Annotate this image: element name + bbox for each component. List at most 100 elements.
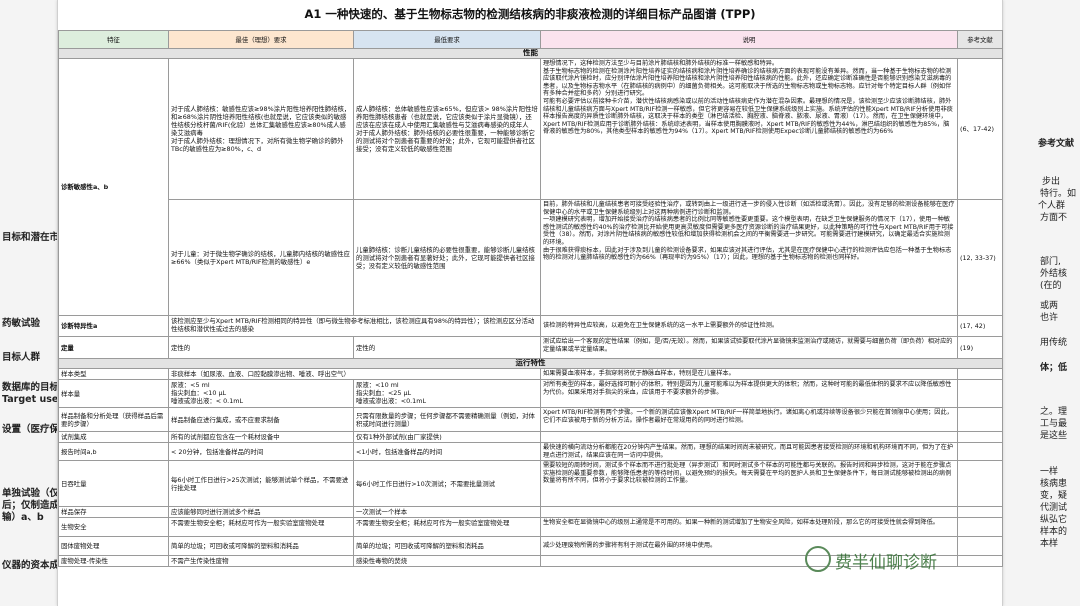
cell-explanation: 对所有类型的样本，最好选择可耐小的体积，特别是因为儿童可能难以为样本提供更大的体…	[540, 379, 958, 408]
cell-references: (12, 33-37)	[957, 199, 1003, 316]
header-explanation: 说明	[540, 30, 958, 49]
cell-references: (17, 42)	[957, 315, 1003, 337]
cell-explanation: 测试应给出一个客观的定性结果（例如，是/否/无效）。然而，如果该试验要取代涂片显…	[540, 336, 958, 359]
cell-feature: 固体废物处理	[58, 536, 169, 557]
tpp-table: 特征 最佳（理想）要求 最低要求 说明 参考文献 性能 诊断敏感性a、b 对于成…	[58, 30, 1003, 568]
cell-minimal: 感染性毒物的焚烧	[353, 555, 541, 568]
cell-explanation: 该检测的特异性应较高，以避免在卫生保健系统的这一水平上需要额外的验证性检测。	[540, 315, 958, 337]
cell-references	[957, 555, 1003, 568]
cell-feature: 报告时间a,b	[58, 441, 169, 462]
side-right-label: (在的	[1040, 281, 1062, 291]
table-header-row: 特征 最佳（理想）要求 最低要求 说明 参考文献	[58, 30, 1003, 49]
side-right-label: 方面不	[1040, 213, 1068, 223]
side-right-label: 也许	[1040, 313, 1059, 323]
table-row: 定量 定性的 定性的 测试应给出一个客观的定性结果（例如，是/否/无效）。然而，…	[58, 336, 1003, 359]
cell-optimal: 应该能够同时进行测试多个样品	[168, 506, 354, 519]
side-right-label: 本样	[1040, 539, 1059, 549]
side-right-label: 之。理	[1040, 407, 1068, 417]
cell-explanation: 理想情况下，这种检测方法至少与目前涂片肺结核和肺外结核的标准一样敏感和特异。 基…	[540, 58, 958, 200]
side-right-label: 部门,	[1040, 257, 1061, 267]
table-row: 样本量 尿液：<5 ml 指尖刺血：<10 μL 唾液或渗出液：< 0.1mL …	[58, 379, 1003, 408]
cell-explanation: 如果需要血液样本，手指穿刺将优于静脉血样本，特别是在儿童样本。	[540, 368, 958, 380]
section-operational: 运行特性	[58, 358, 1003, 369]
cell-explanation: 生物安全柜在显微镜中心的级别上通常是不可用的。如果一种新的测试增加了生物安全风险…	[540, 517, 958, 538]
side-left-label: 后；仅制造成	[2, 500, 60, 511]
side-left-label: 目标和潜在市	[2, 232, 60, 243]
cell-minimal: <1小时，包括准备样品的时间	[353, 441, 541, 462]
cell-references	[957, 506, 1003, 519]
section-performance: 性能	[58, 48, 1003, 59]
cell-optimal: 尿液：<5 ml 指尖刺血：<10 μL 唾液或渗出液：< 0.1mL	[168, 379, 354, 408]
cell-minimal: 每6小时工作日进行>10次测试；不需要批量测试	[353, 460, 541, 508]
side-left-label: 设置（医疗保	[2, 424, 60, 435]
cell-references	[957, 368, 1003, 380]
cell-optimal: 所有的试剂都应包含在一个耗材设备中	[168, 431, 354, 443]
table-row: 对于儿童：对于微生物学确诊的结核，儿童肺内结核的敏感性应≥66%（类似于Xper…	[59, 199, 1003, 316]
cell-optimal: 该检测应至少与Xpert MTB/RIF检测相同的特异性（即与微生物参考标准相比…	[168, 315, 541, 337]
wechat-icon	[805, 546, 831, 572]
cell-feature: 日吞吐量	[58, 460, 169, 508]
side-left-label: 药敏试验	[2, 318, 41, 329]
cell-references: (19)	[957, 336, 1003, 359]
table-row: 样本类型 非痰样本（如尿液、血液、口腔黏膜渗出物、唾液、呼出空气） 如果需要血液…	[58, 368, 1003, 380]
table-row: 生物安全 不需要生物安全柜；耗材应可作为一般实验室废物处理 不需要生物安全柜；耗…	[58, 517, 1003, 538]
cell-references	[957, 536, 1003, 557]
cell-feature: 样品保存	[58, 506, 169, 519]
side-right-label: 一样	[1040, 467, 1059, 477]
cell-optimal: 不需要生物安全柜；耗材应可作为一般实验室废物处理	[168, 517, 354, 538]
side-right-label: 用传统	[1040, 338, 1068, 348]
watermark: 费半仙聊诊断	[835, 553, 937, 573]
cell-explanation: 目前，肺外结核和儿童结核患者可接受经验性治疗，或转到由上一级进行进一步的侵入性诊…	[540, 199, 958, 316]
side-right-label: 特行。如	[1040, 189, 1077, 199]
cell-feature: 生物安全	[58, 517, 169, 538]
cell-feature: 定量	[58, 336, 169, 359]
cell-references	[957, 407, 1003, 432]
side-left-label: 输）a、b	[2, 512, 44, 523]
side-right-label: 体；低	[1040, 363, 1068, 373]
cell-explanation: 最快速的横向流动分析都能在20分钟内产生结果。然而，理想的结果时间尚未被研究，而…	[540, 441, 958, 462]
cell-minimal: 仅有1种外部试剂(由厂家提供)	[353, 431, 541, 443]
side-right-label: 个人群	[1038, 201, 1066, 211]
cell-optimal: 定性的	[168, 336, 354, 359]
cell-references	[957, 431, 1003, 443]
cell-references	[957, 379, 1003, 408]
cell-feature: 试剂集成	[58, 431, 169, 443]
cell-references	[957, 441, 1003, 462]
side-right-label: 步出	[1042, 177, 1061, 187]
document-title: A1 一种快速的、基于生物标志物的检测结核病的非痰液检测的详细目标产品图谱 (T…	[304, 7, 756, 21]
side-left-label: 目标人群	[2, 352, 41, 363]
table-row: 报告时间a,b < 20分钟，包括准备样品的时间 <1小时，包括准备样品的时间 …	[58, 441, 1003, 462]
cell-feature: 废物处理-传染性	[58, 555, 169, 568]
cell-references: (6、17-42)	[957, 58, 1003, 200]
cell-explanation	[540, 431, 958, 443]
cell-feature: 诊断敏感性a、b	[58, 58, 169, 316]
header-optimal: 最佳（理想）要求	[168, 30, 354, 49]
cell-minimal: 一次测试一个样本	[353, 506, 541, 519]
table-row: 试剂集成 所有的试剂都应包含在一个耗材设备中 仅有1种外部试剂(由厂家提供)	[58, 431, 1003, 443]
cell-feature: 样本类型	[58, 368, 169, 380]
table-row: 样品制备和分析处理（获得样品后需要的步骤） 样品制备应进行集成，或不应要求制备 …	[58, 407, 1003, 432]
cell-minimal: 只需有限数量的步骤；任何步骤都不需要精确测量（例如，对体积或时间进行测量）	[353, 407, 541, 432]
cell-optimal: 每6小时工作日进行>25次测试；能够测试单个样品，不需要进行批处理	[168, 460, 354, 508]
header-minimal: 最低要求	[353, 30, 541, 49]
cell-minimal: 定性的	[353, 336, 541, 359]
side-right-label: 参考文献	[1038, 139, 1075, 149]
side-right-label: 或两	[1040, 301, 1059, 311]
cell-explanation: Xpert MTB/RIF检测有两个步骤。一个新的测试应该像Xpert MTB/…	[540, 407, 958, 432]
table-row: 日吞吐量 每6小时工作日进行>25次测试；能够测试单个样品，不需要进行批处理 每…	[58, 460, 1003, 508]
side-right-label: 变，疑	[1040, 491, 1068, 501]
table-row: 诊断特异性a 该检测应至少与Xpert MTB/RIF检测相同的特异性（即与微生…	[58, 315, 1003, 337]
side-left-label: 单独试验（仅	[2, 488, 60, 499]
cell-minimal: 简单的垃圾；可回收或可降解的塑料和消耗品	[353, 536, 541, 557]
side-left-label: 数据库的目标	[2, 382, 60, 393]
cell-feature: 样本量	[58, 379, 169, 408]
header-references: 参考文献	[957, 30, 1003, 49]
cell-explanation	[540, 506, 958, 519]
cell-explanation: 需要较短的周转时间，测试多个样本而不进行批处理（异步测试）和同时测试多个样本的可…	[540, 460, 958, 508]
table-row: 样品保存 应该能够同时进行测试多个样品 一次测试一个样本	[58, 506, 1003, 519]
cell-optimal: 不需产生传染性废物	[168, 555, 354, 568]
side-left-label: Target user	[2, 394, 63, 405]
side-left-label: 仪器的资本成	[2, 560, 60, 571]
cell-optimal: 样品制备应进行集成，或不应要求制备	[168, 407, 354, 432]
side-right-label: 外结核	[1040, 269, 1068, 279]
